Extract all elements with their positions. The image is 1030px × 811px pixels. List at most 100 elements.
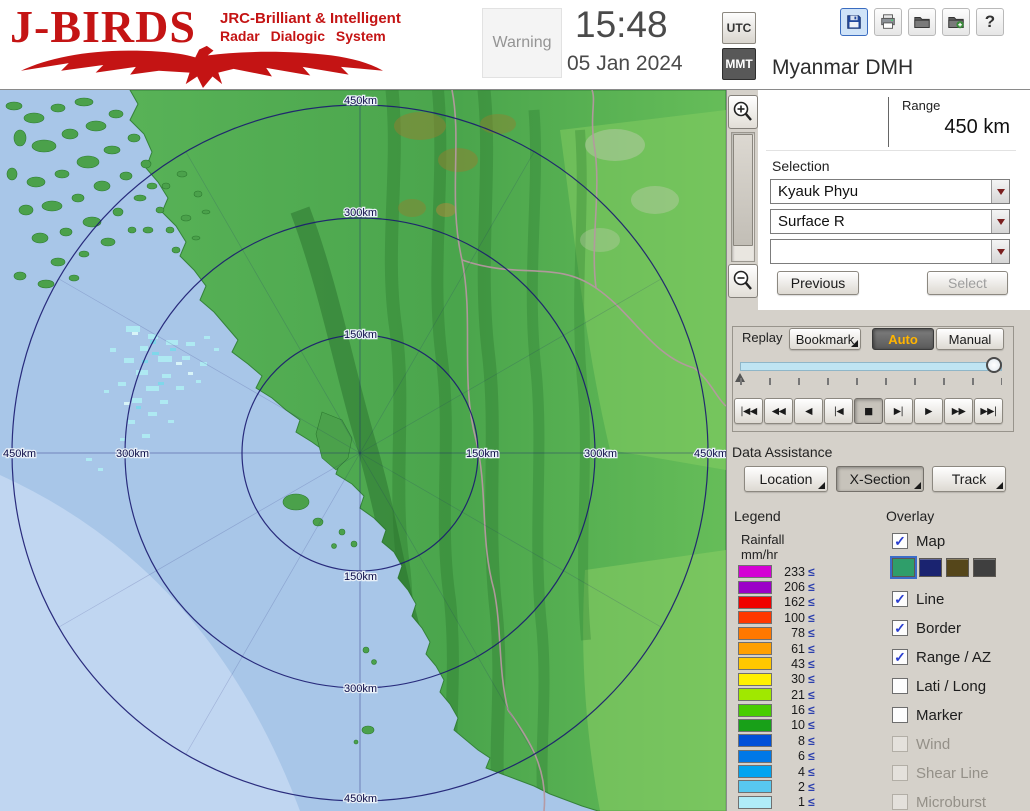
range-ring-label: 150km xyxy=(466,448,499,460)
replay-timeline[interactable] xyxy=(740,362,1002,371)
lte-symbol: ≤ xyxy=(808,642,815,656)
shear-line-checkbox xyxy=(892,765,908,781)
x-section-button[interactable]: X-Section xyxy=(836,466,924,492)
overlay-item-label: Lati / Long xyxy=(916,678,986,695)
legend-value: 162 xyxy=(777,595,805,609)
zoom-in-button[interactable] xyxy=(728,95,758,129)
divider xyxy=(766,150,1016,151)
overlay-item-microburst: Microburst xyxy=(892,791,986,811)
range-ring-label: 300km xyxy=(344,683,377,695)
zoom-scrollbar-thumb[interactable] xyxy=(733,134,753,246)
check-icon: ✓ xyxy=(894,621,906,635)
legend-swatch xyxy=(738,796,772,809)
mmt-button[interactable]: MMT xyxy=(722,48,756,80)
help-icon: ? xyxy=(985,12,995,32)
utc-button[interactable]: UTC xyxy=(722,12,756,44)
save-button[interactable] xyxy=(840,8,868,36)
map-style-gray-button[interactable] xyxy=(973,558,996,577)
folder-plus-icon xyxy=(947,13,965,31)
range-ring-label: 450km xyxy=(344,95,377,107)
option-dropdown-value xyxy=(771,240,991,263)
range-az-checkbox[interactable]: ✓ xyxy=(892,649,908,665)
open-folder-button[interactable] xyxy=(908,8,936,36)
stop-button[interactable]: ■ xyxy=(854,398,883,424)
range-ring-label: 300km xyxy=(584,448,617,460)
overlay-label: Overlay xyxy=(886,508,934,524)
floppy-icon xyxy=(845,13,863,31)
station-dropdown-button[interactable] xyxy=(991,180,1009,203)
bookmark-button[interactable]: Bookmark xyxy=(789,328,861,350)
replay-label: Replay xyxy=(739,330,785,345)
folder-icon xyxy=(913,13,931,31)
radar-map[interactable]: 450km 300km 150km 150km 300km 450km 450k… xyxy=(0,90,726,811)
lte-symbol: ≤ xyxy=(808,734,815,748)
station-dropdown[interactable]: Kyauk Phyu xyxy=(770,179,1010,204)
option-dropdown[interactable] xyxy=(770,239,1010,264)
microburst-checkbox xyxy=(892,794,908,810)
legend-row: 8≤ xyxy=(738,733,838,748)
lte-symbol: ≤ xyxy=(808,672,815,686)
product-dropdown-value: Surface R xyxy=(771,210,991,233)
overlay-item-label: Border xyxy=(916,620,961,637)
legend-swatch xyxy=(738,581,772,594)
lati-long-checkbox[interactable] xyxy=(892,678,908,694)
lte-symbol: ≤ xyxy=(808,703,815,717)
range-ring-label: 450km xyxy=(694,448,726,460)
fast-rewind-button[interactable]: ◀◀ xyxy=(764,398,793,424)
select-button[interactable]: Select xyxy=(927,271,1008,295)
overlay-item-range-az: ✓ Range / AZ xyxy=(892,646,991,668)
map-style-olive-button[interactable] xyxy=(946,558,969,577)
legend-swatch xyxy=(738,611,772,624)
legend-value: 21 xyxy=(777,688,805,702)
legend-row: 21≤ xyxy=(738,687,838,702)
fast-forward-button[interactable]: ▶▶ xyxy=(944,398,973,424)
legend-swatch xyxy=(738,657,772,670)
overlay-item-label: Map xyxy=(916,533,945,550)
manual-button[interactable]: Manual xyxy=(936,328,1004,350)
previous-button[interactable]: Previous xyxy=(777,271,859,295)
warning-indicator[interactable]: Warning xyxy=(482,8,562,78)
overlay-item-lati-long: Lati / Long xyxy=(892,675,986,697)
legend-row: 100≤ xyxy=(738,610,838,625)
clock-date: 05 Jan 2024 xyxy=(567,52,683,76)
track-button[interactable]: Track xyxy=(932,466,1006,492)
check-icon: ✓ xyxy=(894,650,906,664)
location-button[interactable]: Location xyxy=(744,466,828,492)
print-button[interactable] xyxy=(874,8,902,36)
skip-to-start-button[interactable]: |◀◀ xyxy=(734,398,763,424)
border-checkbox[interactable]: ✓ xyxy=(892,620,908,636)
option-dropdown-button[interactable] xyxy=(991,240,1009,263)
lte-symbol: ≤ xyxy=(808,626,815,640)
header-bar: J-BIRDS JRC-Brilliant & Intelligent Rada… xyxy=(0,0,1030,90)
legend-label: Legend xyxy=(734,508,781,524)
chevron-down-icon xyxy=(997,249,1005,255)
jbirds-window: J-BIRDS JRC-Brilliant & Intelligent Rada… xyxy=(0,0,1030,811)
legend-rainfall-label: Rainfall xyxy=(741,532,784,547)
marker-checkbox[interactable] xyxy=(892,707,908,723)
overlay-item-label: Microburst xyxy=(916,794,986,811)
overlay-item-wind: Wind xyxy=(892,733,950,755)
skip-to-end-button[interactable]: ▶▶| xyxy=(974,398,1003,424)
step-forward-button[interactable]: ▶| xyxy=(884,398,913,424)
map-style-navy-button[interactable] xyxy=(919,558,942,577)
line-checkbox[interactable]: ✓ xyxy=(892,591,908,607)
chevron-down-icon xyxy=(997,189,1005,195)
map-style-terrain-button[interactable] xyxy=(892,558,915,577)
product-dropdown-button[interactable] xyxy=(991,210,1009,233)
magnifier-minus-icon xyxy=(732,269,754,293)
play-reverse-button[interactable]: ◀ xyxy=(794,398,823,424)
zoom-out-button[interactable] xyxy=(728,264,758,298)
legend-value: 233 xyxy=(777,565,805,579)
help-button[interactable]: ? xyxy=(976,8,1004,36)
warning-label: Warning xyxy=(493,34,552,52)
add-folder-button[interactable] xyxy=(942,8,970,36)
play-button[interactable]: ▶ xyxy=(914,398,943,424)
product-dropdown[interactable]: Surface R xyxy=(770,209,1010,234)
auto-button[interactable]: Auto xyxy=(872,328,934,350)
replay-timeline-thumb[interactable] xyxy=(986,357,1002,373)
range-divider xyxy=(888,97,889,147)
map-checkbox[interactable]: ✓ xyxy=(892,533,908,549)
step-back-button[interactable]: |◀ xyxy=(824,398,853,424)
overlay-item-line: ✓ Line xyxy=(892,588,944,610)
legend-row: 78≤ xyxy=(738,626,838,641)
